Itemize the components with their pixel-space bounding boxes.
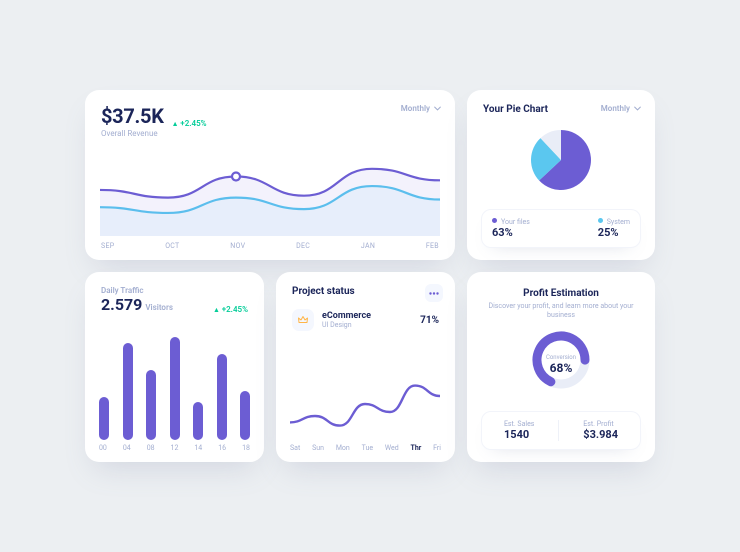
period-label: Monthly [401,104,430,113]
chevron-down-icon [634,105,641,112]
profit-subtitle: Discover your profit, and learn more abo… [483,302,639,321]
revenue-subtitle: Overall Revenue [101,129,439,138]
legend-system: System 25% [598,218,630,239]
pie-chart-card: Your Pie Chart Monthly Your files 63% Sy… [467,90,655,260]
ring-label: Conversion [546,354,576,361]
overall-revenue-card: $37.5K +2.45% Overall Revenue Monthly SE… [85,90,455,260]
profit-title: Profit Estimation [483,288,639,299]
dot-icon [492,218,497,223]
period-label: Monthly [601,104,630,113]
project-percent: 71% [420,315,439,326]
project-status-card: Project status eCommerce UI Design 71% S… [276,272,455,462]
revenue-delta: +2.45% [172,119,207,128]
project-item-sub: UI Design [322,321,371,329]
chevron-down-icon [434,105,441,112]
pie-period-dropdown[interactable]: Monthly [601,104,641,113]
project-x-axis: SatSunMonTueWedThrFri [290,444,441,452]
traffic-value: 2.579Visitors [101,295,173,314]
traffic-x-axis: 00040812141618 [99,444,250,452]
more-button[interactable] [425,284,443,302]
stat-profit: Est. Profit $3.984 [583,420,618,441]
more-horizontal-icon [429,292,439,295]
stat-sales: Est. Sales 1540 [504,420,534,441]
traffic-title: Daily Traffic [101,286,248,295]
revenue-x-axis: SEPOCTNOVDECJANFEB [101,242,439,250]
ring-value: 68% [550,361,573,375]
revenue-area-chart [100,140,440,236]
project-item-name: eCommerce [322,311,371,322]
traffic-bar-chart [99,332,250,440]
revenue-value: $37.5K [101,104,164,128]
traffic-delta: +2.45% [213,305,248,314]
dot-icon [598,218,603,223]
pie-legend: Your files 63% System 25% [481,209,641,248]
period-dropdown[interactable]: Monthly [401,104,441,113]
profit-stats: Est. Sales 1540 Est. Profit $3.984 [481,411,641,450]
legend-files: Your files 63% [492,218,530,239]
crown-icon [292,309,314,331]
project-line-chart [290,360,440,440]
pie-chart [526,125,596,195]
daily-traffic-card: Daily Traffic 2.579Visitors +2.45% 00040… [85,272,264,462]
project-title: Project status [292,286,439,297]
profit-estimation-card: Profit Estimation Discover your profit, … [467,272,655,462]
